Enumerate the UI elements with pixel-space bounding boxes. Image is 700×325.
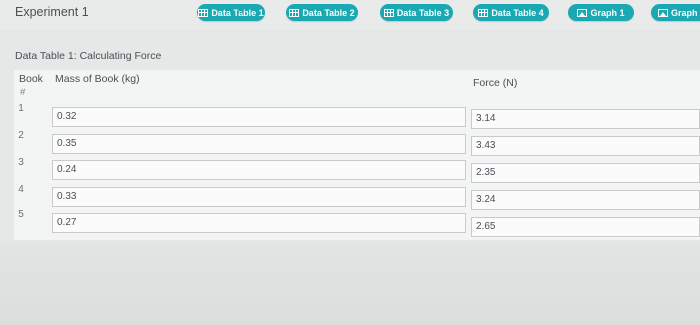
image-icon: [577, 8, 588, 17]
mouse-cursor-icon: ☞: [236, 7, 246, 19]
header-force: Force (N): [473, 77, 518, 89]
row-number: 4: [18, 184, 24, 195]
top-bar: Experiment 1 Data Table 1 Data Table 2 D…: [0, 0, 700, 30]
mass-input[interactable]: 0.32: [52, 107, 466, 127]
row-number: 2: [18, 130, 24, 141]
tab-label: Data Table 4: [491, 7, 544, 18]
force-input[interactable]: 3.24: [471, 190, 700, 210]
header-book-number-symbol: #: [20, 87, 26, 98]
mass-input[interactable]: 0.24: [52, 160, 466, 180]
tab-label: Graph: [671, 7, 698, 18]
table-icon: [383, 8, 394, 17]
tab-label: Data Table 3: [396, 7, 450, 18]
tab-data-table-3[interactable]: Data Table 3: [380, 4, 453, 21]
force-input[interactable]: 3.14: [471, 109, 700, 129]
empty-area: [0, 242, 700, 325]
force-input[interactable]: 3.43: [471, 136, 700, 156]
table-icon: [478, 8, 489, 17]
header-mass: Mass of Book (kg): [55, 73, 140, 85]
force-input[interactable]: 2.35: [471, 163, 700, 183]
experiment-title: Experiment 1: [15, 5, 89, 19]
force-input[interactable]: 2.65: [471, 217, 700, 237]
tab-data-table-1[interactable]: Data Table 1: [197, 4, 265, 21]
table-icon: [289, 8, 300, 17]
row-number: 1: [18, 103, 24, 114]
row-number: 3: [18, 157, 24, 168]
mass-input[interactable]: 0.27: [52, 213, 466, 233]
tab-data-table-2[interactable]: Data Table 2: [286, 4, 358, 21]
tab-graph-1[interactable]: Graph 1: [568, 4, 634, 21]
image-icon: [658, 8, 668, 17]
mass-input[interactable]: 0.33: [52, 187, 466, 207]
row-number: 5: [18, 209, 24, 220]
header-book-number: Book: [19, 73, 43, 85]
tab-label: Data Table 2: [302, 7, 355, 18]
table-icon: [198, 8, 209, 17]
tab-data-table-4[interactable]: Data Table 4: [473, 4, 549, 21]
mass-input[interactable]: 0.35: [52, 134, 466, 154]
tab-graph-2[interactable]: Graph: [651, 4, 700, 21]
tab-label: Graph 1: [590, 7, 625, 18]
table-title: Data Table 1: Calculating Force: [15, 50, 162, 62]
